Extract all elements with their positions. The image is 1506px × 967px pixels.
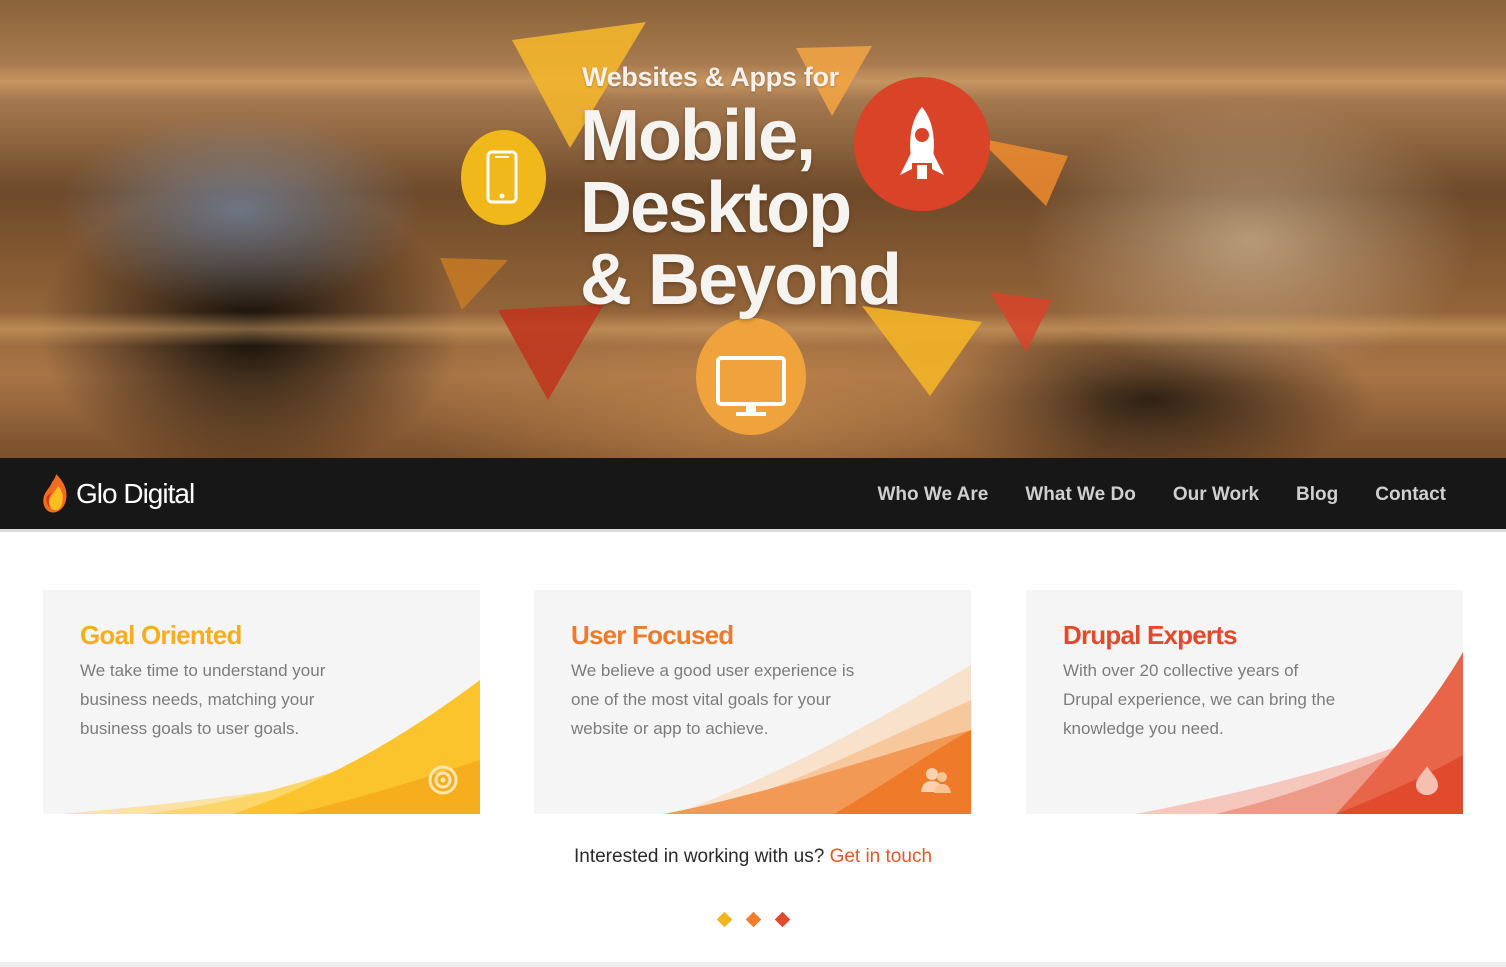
hero-title-line: Mobile, <box>580 96 816 176</box>
dot-yellow[interactable] <box>716 911 733 928</box>
card-text: We take time to understand your business… <box>80 661 326 738</box>
flame-logo-icon <box>43 474 67 513</box>
target-icon <box>428 765 458 795</box>
hero-title: Mobile, Desktop & Beyond <box>580 100 1000 316</box>
desktop-monitor-icon <box>696 318 806 435</box>
feature-card-user-focused: User Focused We believe a good user expe… <box>534 590 971 814</box>
card-title: Goal Oriented <box>80 620 242 650</box>
card-text: With over 20 collective years of Drupal … <box>1063 661 1336 738</box>
brand-name: Glo Digital <box>76 478 195 509</box>
get-in-touch-link[interactable]: Get in touch <box>830 846 932 867</box>
nav-link-what-we-do[interactable]: What We Do <box>1025 484 1135 506</box>
cta-line: Interested in working with us? Get in to… <box>0 846 1506 868</box>
users-icon <box>921 768 951 793</box>
pagination-dots <box>715 910 795 930</box>
hero-subtitle: Websites & Apps for <box>582 62 839 92</box>
nav-link-blog[interactable]: Blog <box>1296 484 1338 506</box>
hero-triangle <box>440 258 508 310</box>
hero-title-line: Desktop <box>580 168 852 248</box>
dot-red[interactable] <box>774 911 791 928</box>
feature-card-drupal-experts: Drupal Experts With over 20 collective y… <box>1026 590 1463 814</box>
footer-divider <box>0 962 1506 967</box>
main-navbar: Glo Digital Who We Are What We Do Our Wo… <box>0 458 1506 532</box>
cta-question: Interested in working with us? <box>573 846 825 867</box>
feature-card-goal-oriented: Goal Oriented We take time to understand… <box>43 590 480 814</box>
hero-banner: Websites & Apps for Mobile, Desktop & Be… <box>0 0 1506 458</box>
nav-link-our-work[interactable]: Our Work <box>1173 484 1259 506</box>
nav-links: Who We Are What We Do Our Work Blog Cont… <box>841 458 1447 532</box>
nav-link-contact[interactable]: Contact <box>1375 484 1446 506</box>
card-title: Drupal Experts <box>1063 620 1238 650</box>
nav-link-who-we-are[interactable]: Who We Are <box>878 484 989 506</box>
hero-title-line: & Beyond <box>580 240 902 320</box>
dot-orange[interactable] <box>745 911 762 928</box>
card-text: We believe a good user experience is one… <box>571 661 855 738</box>
brand-logo-link[interactable]: Glo Digital <box>42 471 195 517</box>
card-title: User Focused <box>571 620 734 650</box>
drupal-drop-icon <box>1416 766 1438 795</box>
mobile-phone-icon <box>461 130 546 225</box>
